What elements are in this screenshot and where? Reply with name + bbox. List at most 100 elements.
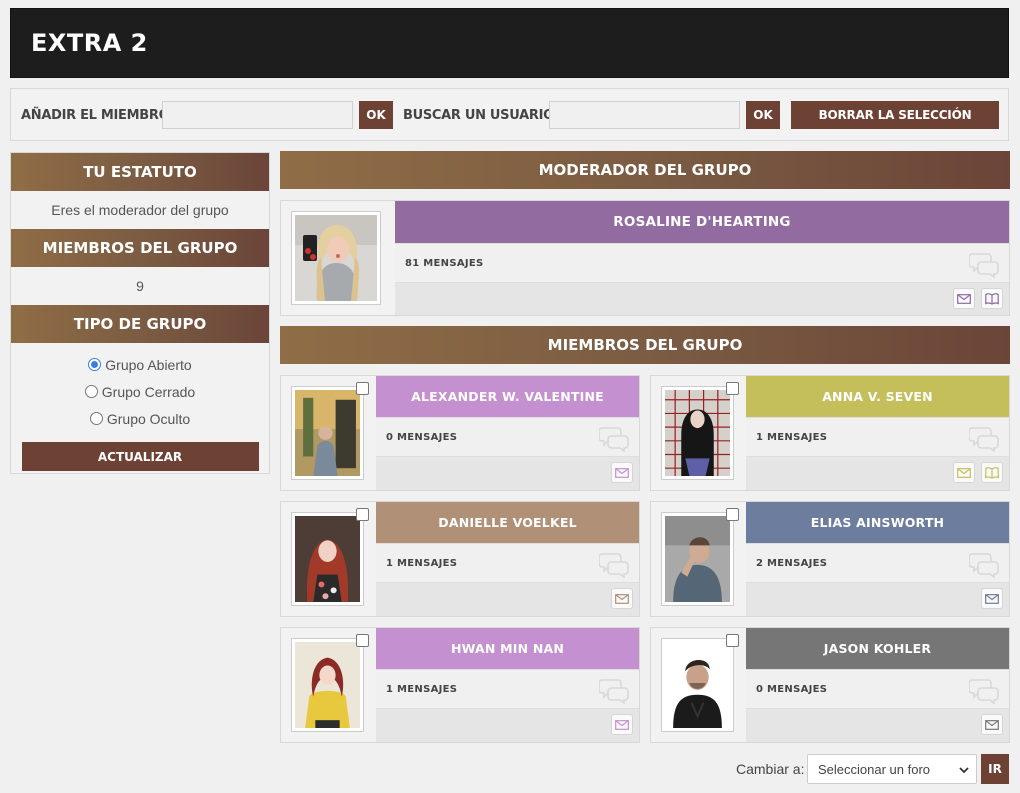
member-messages-row: 1 MENSAJES bbox=[376, 543, 639, 583]
member-avatar-frame[interactable] bbox=[291, 512, 364, 606]
search-user-input[interactable] bbox=[549, 101, 740, 129]
member-avatar-frame[interactable] bbox=[661, 638, 734, 732]
member-select-checkbox[interactable] bbox=[356, 382, 369, 395]
group-sidebar: TU ESTATUTO Eres el moderador del grupo … bbox=[10, 152, 270, 474]
member-messages: 1 MENSAJES bbox=[756, 432, 828, 443]
group-type-closed-option[interactable]: Grupo Cerrado bbox=[11, 378, 269, 405]
member-messages-row: 1 MENSAJES bbox=[746, 417, 1009, 457]
avatar bbox=[295, 516, 360, 602]
avatar bbox=[295, 215, 377, 301]
mail-icon bbox=[985, 719, 999, 730]
member-name[interactable]: HWAN MIN NAN bbox=[451, 641, 564, 656]
send-message-button[interactable] bbox=[611, 462, 633, 483]
member-name-bar[interactable]: ELIAS AINSWORTH bbox=[746, 502, 1009, 543]
moderator-messages: 81 MENSAJES bbox=[405, 258, 484, 269]
member-select-checkbox[interactable] bbox=[356, 508, 369, 521]
group-type-open-label: Grupo Abierto bbox=[105, 356, 192, 373]
forum-select-value: Seleccionar un foro bbox=[818, 762, 931, 777]
status-heading: TU ESTATUTO bbox=[11, 153, 269, 191]
member-avatar-frame[interactable] bbox=[661, 512, 734, 606]
moderator-actions-row bbox=[395, 283, 1009, 315]
moderator-name-bar[interactable]: ROSALINE D'HEARTING bbox=[395, 201, 1009, 243]
group-type-open-radio[interactable] bbox=[88, 358, 102, 371]
moderator-avatar-frame[interactable] bbox=[291, 211, 381, 305]
moderator-messages-row: 81 MENSAJES bbox=[395, 243, 1009, 283]
add-member-input[interactable] bbox=[162, 101, 353, 129]
send-message-button[interactable] bbox=[953, 462, 975, 483]
group-type-hidden-radio[interactable] bbox=[89, 412, 103, 425]
chat-bubbles-icon bbox=[969, 553, 999, 578]
group-type-open-option[interactable]: Grupo Abierto bbox=[11, 351, 269, 378]
member-name-bar[interactable]: ANNA V. SEVEN bbox=[746, 376, 1009, 417]
member-name[interactable]: ALEXANDER W. VALENTINE bbox=[411, 389, 604, 404]
member-messages-row: 2 MENSAJES bbox=[746, 543, 1009, 583]
group-type-options: Grupo Abierto Grupo Cerrado Grupo Oculto bbox=[11, 343, 269, 432]
member-messages: 0 MENSAJES bbox=[756, 684, 828, 695]
chat-bubbles-icon bbox=[969, 427, 999, 452]
member-card: ALEXANDER W. VALENTINE 0 MENSAJES bbox=[280, 375, 640, 491]
member-name[interactable]: ELIAS AINSWORTH bbox=[811, 515, 944, 530]
forum-select[interactable]: Seleccionar un foro bbox=[807, 754, 977, 784]
members-section-heading: MIEMBROS DEL GRUPO bbox=[280, 326, 1010, 364]
group-toolbar: AÑADIR EL MIEMBRO OK BUSCAR UN USUARIO O… bbox=[10, 88, 1009, 141]
update-button[interactable]: ACTUALIZAR bbox=[21, 442, 259, 471]
profile-book-button[interactable] bbox=[981, 288, 1003, 309]
chat-bubbles-icon bbox=[599, 427, 629, 452]
send-message-button[interactable] bbox=[611, 588, 633, 609]
member-card: DANIELLE VOELKEL 1 MENSAJES bbox=[280, 501, 640, 617]
member-select-checkbox[interactable] bbox=[726, 508, 739, 521]
avatar bbox=[665, 390, 730, 476]
search-user-ok-button[interactable]: OK bbox=[746, 101, 780, 129]
member-name-bar[interactable]: DANIELLE VOELKEL bbox=[376, 502, 639, 543]
member-actions-row bbox=[746, 583, 1009, 616]
book-icon bbox=[985, 466, 999, 479]
go-button[interactable]: IR bbox=[981, 754, 1009, 784]
avatar bbox=[665, 516, 730, 602]
group-type-hidden-option[interactable]: Grupo Oculto bbox=[11, 405, 269, 432]
member-messages-row: 0 MENSAJES bbox=[746, 669, 1009, 709]
member-messages: 2 MENSAJES bbox=[756, 558, 828, 569]
member-select-checkbox[interactable] bbox=[726, 382, 739, 395]
send-message-button[interactable] bbox=[981, 714, 1003, 735]
member-avatar-frame[interactable] bbox=[291, 638, 364, 732]
page-title: EXTRA 2 bbox=[31, 29, 148, 57]
group-type-hidden-label: Grupo Oculto bbox=[106, 410, 191, 427]
member-card: ANNA V. SEVEN 1 MENSAJES bbox=[650, 375, 1010, 491]
add-member-ok-button[interactable]: OK bbox=[359, 101, 393, 129]
profile-book-button[interactable] bbox=[981, 462, 1003, 483]
member-select-checkbox[interactable] bbox=[356, 634, 369, 647]
member-name-bar[interactable]: HWAN MIN NAN bbox=[376, 628, 639, 669]
members-heading: MIEMBROS DEL GRUPO bbox=[11, 229, 269, 267]
member-name[interactable]: ANNA V. SEVEN bbox=[822, 389, 933, 404]
group-type-heading: TIPO DE GRUPO bbox=[11, 305, 269, 343]
member-name-bar[interactable]: JASON KOHLER bbox=[746, 628, 1009, 669]
group-type-closed-label: Grupo Cerrado bbox=[101, 383, 196, 400]
member-name[interactable]: DANIELLE VOELKEL bbox=[438, 515, 577, 530]
mail-icon bbox=[615, 467, 629, 478]
avatar bbox=[295, 642, 360, 728]
forum-jump: Cambiar a: Seleccionar un foro IR bbox=[0, 754, 1020, 784]
member-name-bar[interactable]: ALEXANDER W. VALENTINE bbox=[376, 376, 639, 417]
member-name[interactable]: JASON KOHLER bbox=[824, 641, 932, 656]
group-type-closed-radio[interactable] bbox=[84, 385, 98, 398]
member-messages-row: 0 MENSAJES bbox=[376, 417, 639, 457]
mail-icon bbox=[615, 719, 629, 730]
send-message-button[interactable] bbox=[953, 288, 975, 309]
member-avatar-frame[interactable] bbox=[291, 386, 364, 480]
send-message-button[interactable] bbox=[611, 714, 633, 735]
clear-selection-button[interactable]: BORRAR LA SELECCIÓN bbox=[791, 101, 999, 129]
member-card: JASON KOHLER 0 MENSAJES bbox=[650, 627, 1010, 743]
member-card: HWAN MIN NAN 1 MENSAJES bbox=[280, 627, 640, 743]
member-actions-row bbox=[376, 709, 639, 742]
book-icon bbox=[985, 292, 999, 305]
member-select-checkbox[interactable] bbox=[726, 634, 739, 647]
send-message-button[interactable] bbox=[981, 588, 1003, 609]
member-actions-row bbox=[376, 457, 639, 490]
chevron-down-icon bbox=[959, 767, 969, 774]
page-title-bar: EXTRA 2 bbox=[10, 8, 1009, 78]
member-avatar-frame[interactable] bbox=[661, 386, 734, 480]
member-messages: 1 MENSAJES bbox=[386, 684, 458, 695]
member-actions-row bbox=[376, 583, 639, 616]
member-messages: 1 MENSAJES bbox=[386, 558, 458, 569]
moderator-name[interactable]: ROSALINE D'HEARTING bbox=[613, 214, 790, 230]
